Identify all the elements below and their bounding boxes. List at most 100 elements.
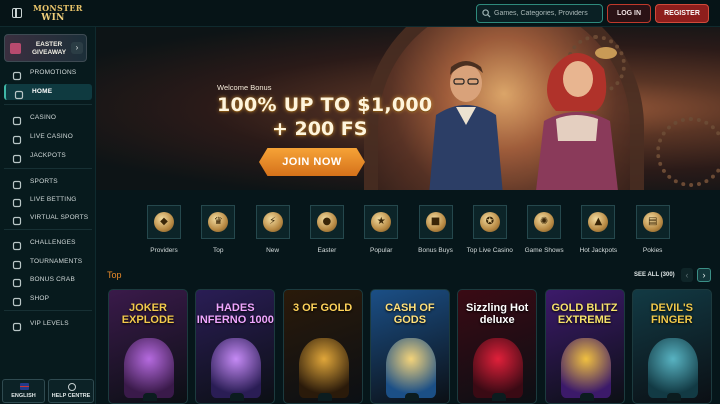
logo-text-bottom: WIN [41, 13, 65, 23]
divider [4, 104, 92, 105]
category-tile: ◆ [147, 205, 181, 239]
character-illustration [429, 61, 503, 190]
category-game-shows[interactable]: ✺ Game Shows [519, 205, 569, 265]
cards-icon [12, 113, 22, 126]
game-title: 3 OF GOLD [292, 302, 353, 314]
virtual-icon [12, 213, 22, 226]
welcome-bonus-banner[interactable]: Welcome Bonus 100% UP TO $1,000 + 200 FS… [96, 27, 720, 190]
category-label: Hot Jackpots [579, 247, 618, 254]
sidebar-item-live-casino[interactable]: LIVE CASINO [4, 129, 92, 145]
sidebar-item-bonus-crab[interactable]: BONUS CRAB [4, 272, 92, 288]
sidebar-item-home[interactable]: HOME [4, 84, 92, 100]
sidebar-item-challenges[interactable]: CHALLENGES [4, 235, 92, 251]
category-tile: ♛ [201, 205, 236, 239]
sidebar-item-label: TOURNAMENTS [30, 258, 83, 265]
search-input[interactable] [494, 6, 600, 21]
sidebar-item-vip-levels[interactable]: VIP LEVELS [4, 316, 92, 332]
category-pokies[interactable]: ▤ Pokies [628, 205, 678, 265]
game-artwork [473, 338, 524, 398]
join-now-button[interactable]: JOIN NOW [259, 148, 365, 176]
bonus-title: 100% UP TO $1,000 [217, 94, 433, 116]
category-label: Popular [369, 247, 393, 254]
chest-icon: ■ [425, 212, 446, 232]
game-tile[interactable]: Sizzling Hot deluxe [457, 289, 538, 404]
cart-icon [12, 294, 22, 307]
sidebar-toggle-icon[interactable] [12, 8, 22, 18]
easter-giveaway-banner[interactable]: EASTER GIVEAWAY › [4, 34, 87, 62]
provider-badge [404, 393, 419, 401]
help-label: HELP CENTRE [51, 393, 91, 399]
gift-icon [12, 68, 22, 81]
game-artwork [560, 338, 611, 398]
game-artwork [124, 338, 174, 398]
chip-icon: ✪ [479, 212, 500, 232]
category-top-live-casino[interactable]: ✪ Top Live Casino [465, 205, 515, 265]
category-new[interactable]: ⚡ New [248, 205, 298, 265]
sidebar-item-sports[interactable]: SPORTS [4, 174, 92, 190]
see-all-link[interactable]: SEE ALL (300) [634, 272, 675, 278]
game-tile[interactable]: GOLD BLITZ EXTREME [544, 289, 625, 404]
category-tile: ▤ [635, 205, 670, 239]
category-tile: ■ [418, 205, 453, 239]
carousel-prev-button[interactable]: ‹ [681, 268, 693, 282]
help-centre-button[interactable]: HELP CENTRE [48, 379, 94, 403]
game-tile[interactable]: DEVIL'S FINGER [631, 289, 712, 404]
divider [4, 229, 92, 230]
ship-icon: ▲ [588, 212, 609, 232]
game-tile[interactable]: CASH OF GODS [369, 289, 450, 404]
sidebar-item-label: SHOP [30, 295, 50, 302]
provider-badge [666, 393, 681, 401]
search-box[interactable] [476, 4, 603, 23]
language-button[interactable]: ENGLISH [2, 379, 45, 403]
game-artwork [211, 338, 262, 398]
diamond-icon [12, 319, 22, 332]
category-tile: ✺ [527, 205, 562, 239]
game-title: HADES INFERNO 1000 [196, 302, 274, 326]
ball-icon [12, 177, 22, 190]
category-providers[interactable]: ◆ Providers [139, 205, 189, 265]
category-tile: ▲ [581, 205, 616, 239]
category-hot-jackpots[interactable]: ▲ Hot Jackpots [573, 205, 623, 265]
category-label: Providers [150, 247, 178, 254]
game-title: CASH OF GODS [385, 302, 435, 326]
category-tile: ★ [364, 205, 399, 239]
game-artwork [298, 338, 349, 398]
logo[interactable]: MONSTER WIN [33, 3, 83, 24]
sidebar-item-promotions[interactable]: PROMOTIONS [4, 65, 92, 81]
game-tile[interactable]: JOKER EXPLODE [108, 289, 188, 404]
game-title: GOLD BLITZ EXTREME [551, 302, 618, 326]
sidebar-item-label: HOME [32, 88, 53, 95]
divider [4, 168, 92, 169]
game-title: Sizzling Hot deluxe [466, 302, 529, 326]
category-label: Top Live Casino [466, 247, 513, 254]
sidebar-item-live-betting[interactable]: LIVE BETTING [4, 192, 92, 208]
category-top[interactable]: ♛ Top [193, 205, 243, 265]
sidebar-item-label: PROMOTIONS [30, 69, 77, 76]
category-bonus-buys[interactable]: ■ Bonus Buys [411, 205, 461, 265]
sidebar-item-tournaments[interactable]: TOURNAMENTS [4, 254, 92, 270]
sidebar-item-casino[interactable]: CASINO [4, 110, 92, 126]
category-label: Top [213, 247, 224, 254]
category-easter[interactable]: ● Easter [302, 205, 352, 265]
sidebar-item-label: LIVE BETTING [30, 196, 77, 203]
logo-text-top: MONSTER [33, 3, 83, 13]
carousel-next-button[interactable]: › [697, 268, 711, 282]
category-popular[interactable]: ★ Popular [356, 205, 406, 265]
register-button[interactable]: REGISTER [655, 4, 709, 23]
egg-icon: ● [316, 212, 337, 232]
game-tile[interactable]: 3 OF GOLD [282, 289, 363, 404]
search-icon [482, 9, 491, 18]
provider-badge [579, 393, 594, 401]
sidebar-item-virtual-sports[interactable]: VIRTUAL SPORTS [4, 210, 92, 226]
sidebar-item-jackpots[interactable]: JACKPOTS [4, 148, 92, 164]
star-icon: ★ [371, 212, 392, 232]
chevron-right-icon[interactable]: › [71, 42, 83, 54]
sidebar-item-label: JACKPOTS [30, 152, 66, 159]
character-illustration [536, 47, 618, 190]
language-label: ENGLISH [11, 393, 36, 399]
game-tile[interactable]: HADES INFERNO 1000 [195, 289, 276, 404]
sidebar-item-shop[interactable]: SHOP [4, 291, 92, 307]
target-icon [12, 238, 22, 251]
category-label: Pokies [642, 247, 663, 254]
login-button[interactable]: LOG IN [607, 4, 651, 23]
